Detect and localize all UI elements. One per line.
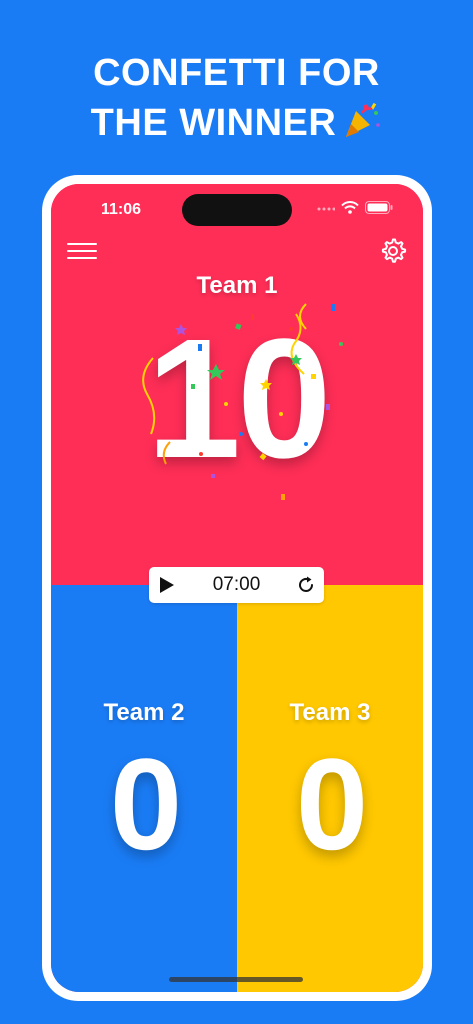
hamburger-menu-icon[interactable] (67, 240, 97, 262)
timer-control: 07:00 (149, 567, 324, 603)
headline: CONFETTI FOR THE WINNER (0, 48, 473, 148)
play-button[interactable] (157, 575, 177, 595)
phone-frame: 11:06 Team 1 10 Team 2 0 Team 3 0 07:00 (42, 175, 432, 1001)
team-3-score: 0 (295, 731, 368, 877)
team-3-name: Team 3 (289, 699, 371, 726)
status-time: 11:06 (101, 201, 142, 218)
play-icon (160, 577, 174, 593)
app-screen: 11:06 Team 1 10 Team 2 0 Team 3 0 07:00 (51, 184, 423, 992)
team-2-score: 0 (109, 731, 182, 877)
battery-icon (365, 201, 393, 214)
headline-line-2-text: THE WINNER (90, 102, 337, 144)
party-popper-icon (346, 102, 381, 137)
dynamic-island (182, 194, 292, 226)
wifi-icon (341, 201, 359, 214)
team-2-name: Team 2 (103, 699, 185, 726)
gear-icon[interactable] (379, 237, 407, 265)
reset-icon (299, 576, 313, 592)
headline-line-2: THE WINNER (0, 98, 473, 148)
team-1-score: 10 (146, 304, 331, 494)
signal-icon (317, 207, 335, 210)
reset-button[interactable] (296, 575, 316, 595)
team-1-name: Team 1 (196, 272, 278, 299)
status-icons (317, 201, 393, 214)
timer-display: 07:00 (212, 574, 261, 595)
home-indicator[interactable] (169, 977, 303, 982)
headline-line-1: CONFETTI FOR (93, 52, 380, 94)
